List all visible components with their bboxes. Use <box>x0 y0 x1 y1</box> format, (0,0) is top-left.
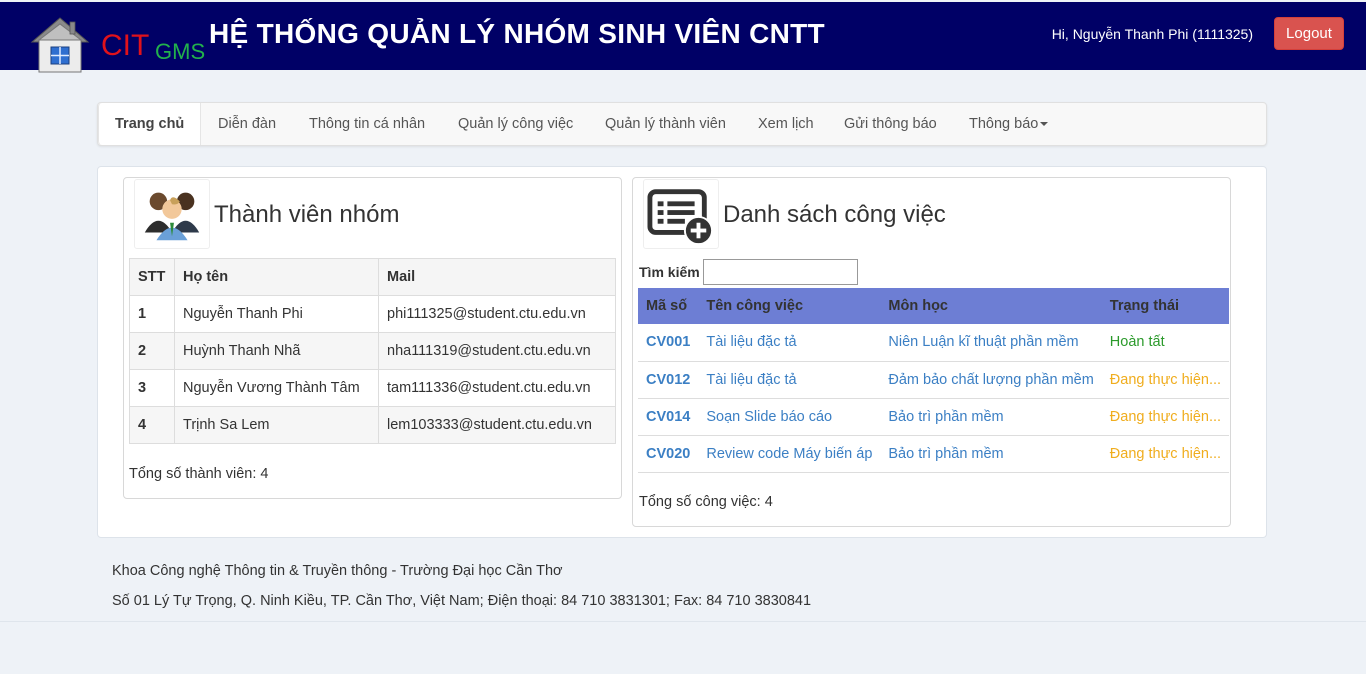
nav-item-member-management[interactable]: Quản lý thành viên <box>605 103 726 145</box>
task-name-link[interactable]: Soạn Slide báo cáo <box>706 409 832 425</box>
task-subject-link[interactable]: Đảm bảo chất lượng phần mềm <box>888 372 1093 388</box>
table-row: 4 Trịnh Sa Lem lem103333@student.ctu.edu… <box>129 406 616 444</box>
task-name-link[interactable]: Tài liệu đặc tả <box>706 334 796 350</box>
main-navbar: Trang chủ Diễn đàn Thông tin cá nhân Quả… <box>97 102 1267 146</box>
tasks-title: Danh sách công việc <box>723 201 946 228</box>
table-row: 2 Huỳnh Thanh Nhã nha111319@student.ctu.… <box>129 332 616 370</box>
footer-address: Số 01 Lý Tự Trọng, Q. Ninh Kiều, TP. Cần… <box>112 593 812 609</box>
column-header-subject: Môn học <box>880 288 1102 324</box>
table-row: CV001 Tài liệu đặc tả Niên Luận kĩ thuật… <box>638 324 1230 362</box>
task-code-link[interactable]: CV001 <box>646 334 690 350</box>
member-mail: tam111336@student.ctu.edu.vn <box>378 369 616 407</box>
column-header-stt: STT <box>129 258 175 296</box>
members-title: Thành viên nhóm <box>214 201 400 228</box>
task-subject-link[interactable]: Bảo trì phần mềm <box>888 446 1003 462</box>
caret-down-icon <box>1040 122 1049 127</box>
logout-button[interactable]: Logout <box>1274 17 1344 50</box>
task-subject-link[interactable]: Niên Luận kĩ thuật phần mềm <box>888 334 1078 350</box>
table-row: CV020 Review code Máy biến áp Bảo trì ph… <box>638 435 1230 473</box>
task-status: Đang thực hiện... <box>1101 435 1230 473</box>
tasks-table-header: Mã số Tên công việc Môn học Trạng thái <box>638 288 1230 324</box>
member-stt: 3 <box>129 369 175 407</box>
task-status: Đang thực hiện... <box>1101 398 1230 436</box>
nav-item-forum[interactable]: Diễn đàn <box>218 103 276 145</box>
nav-item-home[interactable]: Trang chủ <box>98 103 202 145</box>
column-header-task-name: Tên công việc <box>698 288 881 324</box>
nav-item-notifications-dropdown[interactable]: Thông báo <box>969 103 1049 145</box>
member-name: Trịnh Sa Lem <box>174 406 379 444</box>
tasks-table: Mã số Tên công việc Môn học Trạng thái C… <box>638 288 1230 473</box>
task-list-add-icon <box>643 179 719 249</box>
nav-item-profile[interactable]: Thông tin cá nhân <box>309 103 425 145</box>
members-table: STT Họ tên Mail 1 Nguyễn Thanh Phi phi11… <box>129 258 616 444</box>
search-label: Tìm kiếm <box>639 264 700 280</box>
member-stt: 2 <box>129 332 175 370</box>
task-name-link[interactable]: Review code Máy biến áp <box>706 446 872 462</box>
members-total: Tổng số thành viên: 4 <box>129 466 269 482</box>
task-status: Hoàn tất <box>1101 324 1230 362</box>
column-header-name: Họ tên <box>174 258 379 296</box>
member-stt: 1 <box>129 295 175 333</box>
home-logo-icon[interactable] <box>30 16 90 74</box>
column-header-status: Trạng thái <box>1101 288 1230 324</box>
members-table-header: STT Họ tên Mail <box>129 258 616 296</box>
task-code-link[interactable]: CV014 <box>646 409 690 425</box>
task-name-link[interactable]: Tài liệu đặc tả <box>706 372 796 388</box>
table-row: 1 Nguyễn Thanh Phi phi111325@student.ctu… <box>129 295 616 333</box>
member-name: Nguyễn Thanh Phi <box>174 295 379 333</box>
member-mail: phi111325@student.ctu.edu.vn <box>378 295 616 333</box>
nav-item-send-notification[interactable]: Gửi thông báo <box>844 103 937 145</box>
nav-notifications-label: Thông báo <box>969 116 1039 132</box>
logo-gms-text: GMS <box>155 39 206 64</box>
member-stt: 4 <box>129 406 175 444</box>
task-code-link[interactable]: CV012 <box>646 372 690 388</box>
nav-item-task-management[interactable]: Quản lý công việc <box>458 103 573 145</box>
table-row: CV012 Tài liệu đặc tả Đảm bảo chất lượng… <box>638 361 1230 399</box>
logo-cit-text: CIT <box>101 29 150 62</box>
table-row: CV014 Soạn Slide báo cáo Bảo trì phần mề… <box>638 398 1230 436</box>
task-search-input[interactable] <box>703 259 858 285</box>
tasks-total: Tổng số công việc: 4 <box>639 494 773 510</box>
member-name: Nguyễn Vương Thành Tâm <box>174 369 379 407</box>
column-header-code: Mã số <box>638 288 699 324</box>
task-subject-link[interactable]: Bảo trì phần mềm <box>888 409 1003 425</box>
column-header-mail: Mail <box>378 258 616 296</box>
table-row: 3 Nguyễn Vương Thành Tâm tam111336@stude… <box>129 369 616 407</box>
footer-divider <box>0 621 1366 622</box>
task-status: Đang thực hiện... <box>1101 361 1230 399</box>
member-mail: nha111319@student.ctu.edu.vn <box>378 332 616 370</box>
footer-faculty: Khoa Công nghệ Thông tin & Truyền thông … <box>112 563 563 579</box>
user-greeting: Hi, Nguyễn Thanh Phi (1111325) <box>1051 26 1253 42</box>
nav-item-calendar[interactable]: Xem lịch <box>758 103 814 145</box>
app-title: HỆ THỐNG QUẢN LÝ NHÓM SINH VIÊN CNTT <box>209 18 825 49</box>
member-mail: lem103333@student.ctu.edu.vn <box>378 406 616 444</box>
member-name: Huỳnh Thanh Nhã <box>174 332 379 370</box>
task-code-link[interactable]: CV020 <box>646 446 690 462</box>
group-people-icon <box>134 179 210 249</box>
